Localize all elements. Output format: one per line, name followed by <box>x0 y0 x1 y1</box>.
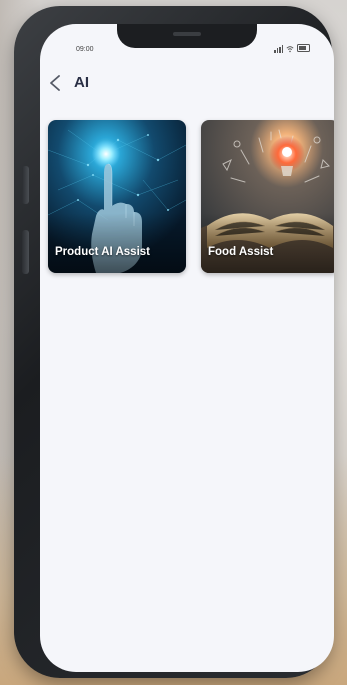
volume-down-button <box>22 230 29 274</box>
volume-up-button <box>22 166 29 204</box>
assist-card-grid: Product AI Assist Food Assist <box>48 120 334 276</box>
phone-frame: 09:00 AI Product AI Assist Food Assist <box>14 6 334 678</box>
phone-notch <box>117 24 257 48</box>
back-button[interactable] <box>42 70 66 96</box>
food-assist-card[interactable]: Food Assist <box>201 120 334 273</box>
chevron-left-icon <box>50 75 60 91</box>
page-header: AI <box>40 70 334 98</box>
signal-icon <box>274 45 283 53</box>
card-label: Food Assist <box>208 246 274 258</box>
card-shade <box>48 213 186 273</box>
product-ai-assist-card[interactable]: Product AI Assist <box>48 120 186 273</box>
status-icons <box>274 44 310 53</box>
page-title: AI <box>74 74 89 91</box>
card-label: Product AI Assist <box>55 246 150 258</box>
notch-speaker <box>173 32 201 36</box>
phone-screen: 09:00 AI Product AI Assist Food Assist <box>40 24 334 672</box>
battery-icon <box>297 44 310 52</box>
wifi-icon <box>286 46 294 53</box>
card-shade <box>201 213 334 273</box>
status-time: 09:00 <box>76 46 94 53</box>
